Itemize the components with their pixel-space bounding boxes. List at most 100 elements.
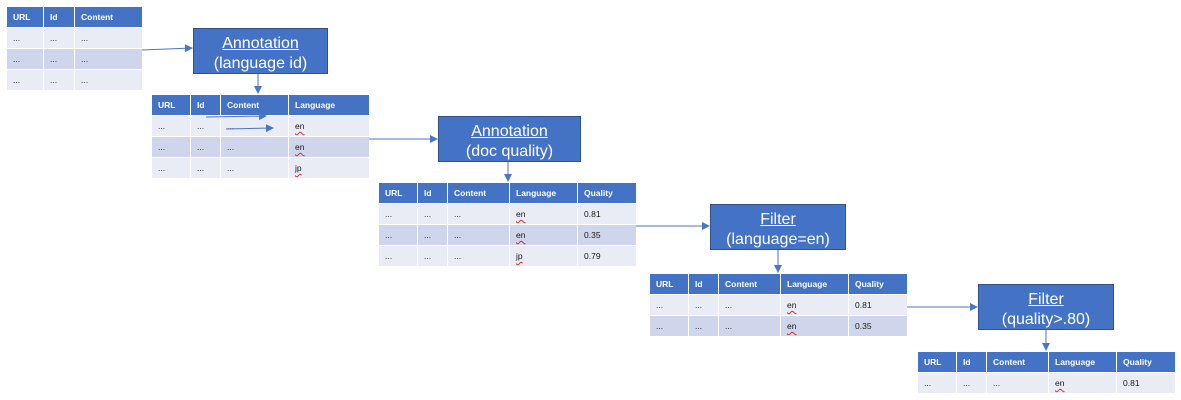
cell-language: en — [288, 136, 370, 158]
cell-url: ... — [649, 315, 689, 337]
column-header-id: Id — [417, 182, 448, 204]
cell-id: ... — [956, 372, 987, 394]
column-header-language: Language — [509, 182, 578, 204]
cell-content: ... — [986, 372, 1049, 394]
table-language-filtered: URL Id Content Language Quality ... ... … — [649, 273, 908, 337]
column-header-quality: Quality — [848, 273, 908, 295]
cell-id: ... — [688, 294, 719, 316]
cell-id: ... — [190, 115, 221, 137]
cell-url: ... — [6, 69, 44, 91]
cell-content: ... — [447, 203, 510, 225]
column-header-id: Id — [43, 6, 75, 28]
cell-url: ... — [378, 245, 418, 267]
cell-content: ... — [220, 115, 289, 137]
cell-quality: 0.35 — [848, 315, 908, 337]
table-header-row: URL Id Content — [6, 6, 143, 28]
cell-url: ... — [6, 48, 44, 70]
language-value: en — [1055, 378, 1065, 388]
cell-id: ... — [417, 245, 448, 267]
column-header-content: Content — [447, 182, 510, 204]
column-header-content: Content — [986, 351, 1049, 373]
step-subtitle: (doc quality) — [465, 143, 554, 160]
table-header-row: URL Id Content Language — [151, 94, 370, 116]
column-header-language: Language — [1048, 351, 1117, 373]
column-header-language: Language — [288, 94, 370, 116]
language-value: en — [516, 209, 526, 219]
table-row: ... ... ... — [6, 48, 143, 70]
language-value: jp — [516, 251, 523, 261]
column-header-content: Content — [220, 94, 289, 116]
language-value: en — [787, 321, 797, 331]
table-header-row: URL Id Content Language Quality — [649, 273, 908, 295]
column-header-content: Content — [718, 273, 781, 295]
table-header-row: URL Id Content Language Quality — [378, 182, 637, 204]
column-header-quality: Quality — [1116, 351, 1176, 373]
step-annotation-language-id: Annotation (language id) — [193, 28, 328, 74]
column-header-content: Content — [74, 6, 143, 28]
step-filter-language: Filter (language=en) — [710, 204, 846, 250]
cell-content: ... — [718, 294, 781, 316]
column-header-url: URL — [917, 351, 957, 373]
column-header-quality: Quality — [577, 182, 637, 204]
column-header-url: URL — [378, 182, 418, 204]
cell-content: ... — [220, 157, 289, 179]
table-header-row: URL Id Content Language Quality — [917, 351, 1176, 373]
column-header-id: Id — [190, 94, 221, 116]
cell-id: ... — [43, 27, 75, 49]
cell-content: ... — [74, 27, 143, 49]
language-value: en — [295, 142, 305, 152]
step-title: Annotation — [471, 123, 548, 140]
cell-id: ... — [43, 69, 75, 91]
cell-quality: 0.35 — [577, 224, 637, 246]
language-value: en — [295, 121, 305, 131]
table-row: ... ... ... en 0.81 — [917, 372, 1176, 394]
table-quality-annotated: URL Id Content Language Quality ... ... … — [378, 182, 637, 267]
table-row: ... ... ... en 0.81 — [378, 203, 637, 225]
cell-url: ... — [151, 136, 191, 158]
table-quality-filtered: URL Id Content Language Quality ... ... … — [917, 351, 1176, 394]
cell-language: en — [780, 294, 849, 316]
language-value: en — [516, 230, 526, 240]
table-row: ... ... ... en 0.81 — [649, 294, 908, 316]
cell-content: ... — [447, 224, 510, 246]
table-row: ... ... ... en 0.35 — [649, 315, 908, 337]
cell-id: ... — [190, 136, 221, 158]
column-header-language: Language — [780, 273, 849, 295]
cell-quality: 0.81 — [577, 203, 637, 225]
cell-id: ... — [688, 315, 719, 337]
column-header-id: Id — [956, 351, 987, 373]
cell-url: ... — [378, 203, 418, 225]
step-annotation-doc-quality: Annotation (doc quality) — [438, 116, 581, 162]
table-row: ... ... ... en — [151, 115, 370, 137]
table-row: ... ... ... — [6, 27, 143, 49]
column-header-id: Id — [688, 273, 719, 295]
cell-url: ... — [151, 157, 191, 179]
cell-quality: 0.79 — [577, 245, 637, 267]
cell-language: en — [509, 224, 578, 246]
column-header-url: URL — [151, 94, 191, 116]
language-value: jp — [295, 163, 302, 173]
language-value: en — [787, 300, 797, 310]
table-row: ... ... ... en — [151, 136, 370, 158]
cell-content: ... — [447, 245, 510, 267]
cell-content: ... — [74, 69, 143, 91]
cell-language: en — [288, 115, 370, 137]
cell-url: ... — [151, 115, 191, 137]
cell-language: jp — [288, 157, 370, 179]
table-row: ... ... ... en 0.35 — [378, 224, 637, 246]
column-header-url: URL — [649, 273, 689, 295]
cell-content: ... — [220, 136, 289, 158]
cell-content: ... — [74, 48, 143, 70]
table-input: URL Id Content ... ... ... ... ... ... .… — [6, 6, 143, 91]
step-subtitle: (language id) — [213, 55, 308, 72]
cell-language: en — [509, 203, 578, 225]
table-row: ... ... ... jp — [151, 157, 370, 179]
step-subtitle: (language=en) — [726, 231, 830, 248]
cell-url: ... — [6, 27, 44, 49]
cell-url: ... — [378, 224, 418, 246]
step-title: Filter — [760, 211, 796, 228]
arrow-table1-to-step1 — [141, 44, 193, 53]
cell-id: ... — [43, 48, 75, 70]
cell-language: en — [1048, 372, 1117, 394]
table-row: ... ... ... — [6, 69, 143, 91]
